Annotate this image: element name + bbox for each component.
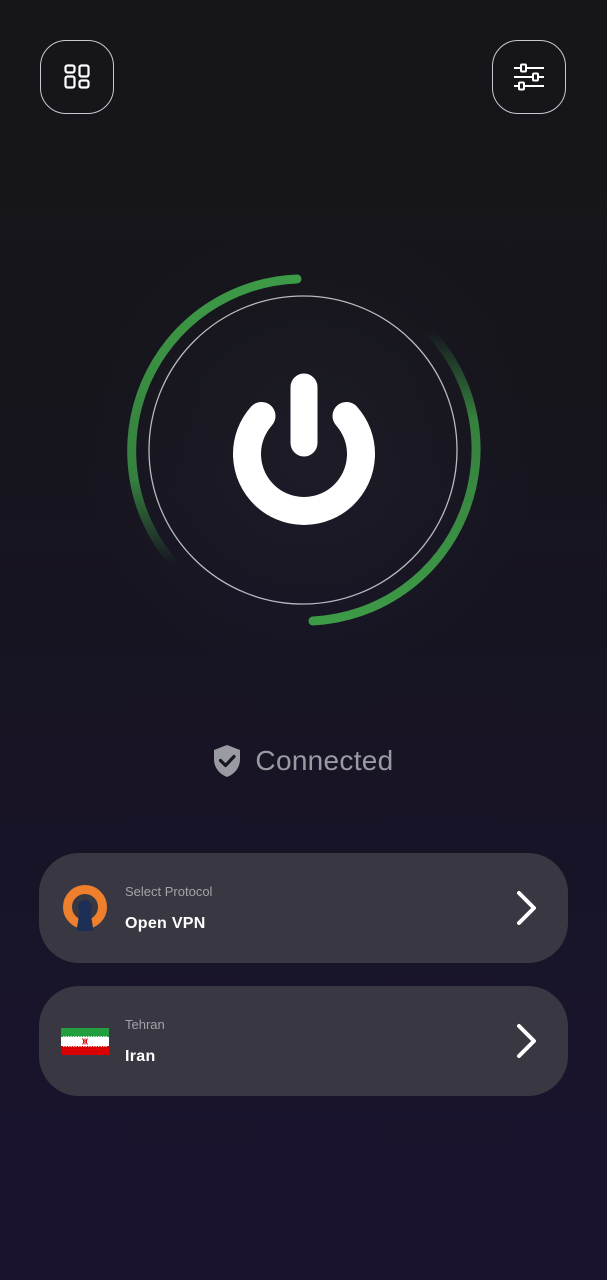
progress-arc-lower <box>308 326 481 626</box>
location-country: Iran <box>125 1048 156 1065</box>
chevron-right-icon <box>517 1024 536 1058</box>
chevron-right-icon <box>517 891 536 925</box>
dashboard-button[interactable] <box>40 40 114 114</box>
settings-button[interactable] <box>492 40 566 114</box>
connection-status: Connected <box>0 744 607 778</box>
status-text: Connected <box>255 745 394 776</box>
protocol-label: Select Protocol <box>125 884 213 899</box>
location-city: Tehran <box>125 1017 165 1032</box>
location-selector[interactable]: Tehran Iran <box>39 986 568 1096</box>
power-button[interactable] <box>103 250 503 650</box>
openvpn-logo-icon <box>61 885 109 931</box>
dashboard-grid-icon <box>64 64 90 89</box>
iran-flag-icon <box>61 1018 109 1064</box>
shield-check-icon <box>214 745 241 777</box>
power-icon <box>233 373 375 525</box>
settings-sliders-icon <box>514 63 544 91</box>
protocol-selector[interactable]: Select Protocol Open VPN <box>39 853 568 963</box>
protocol-value: Open VPN <box>125 915 206 932</box>
